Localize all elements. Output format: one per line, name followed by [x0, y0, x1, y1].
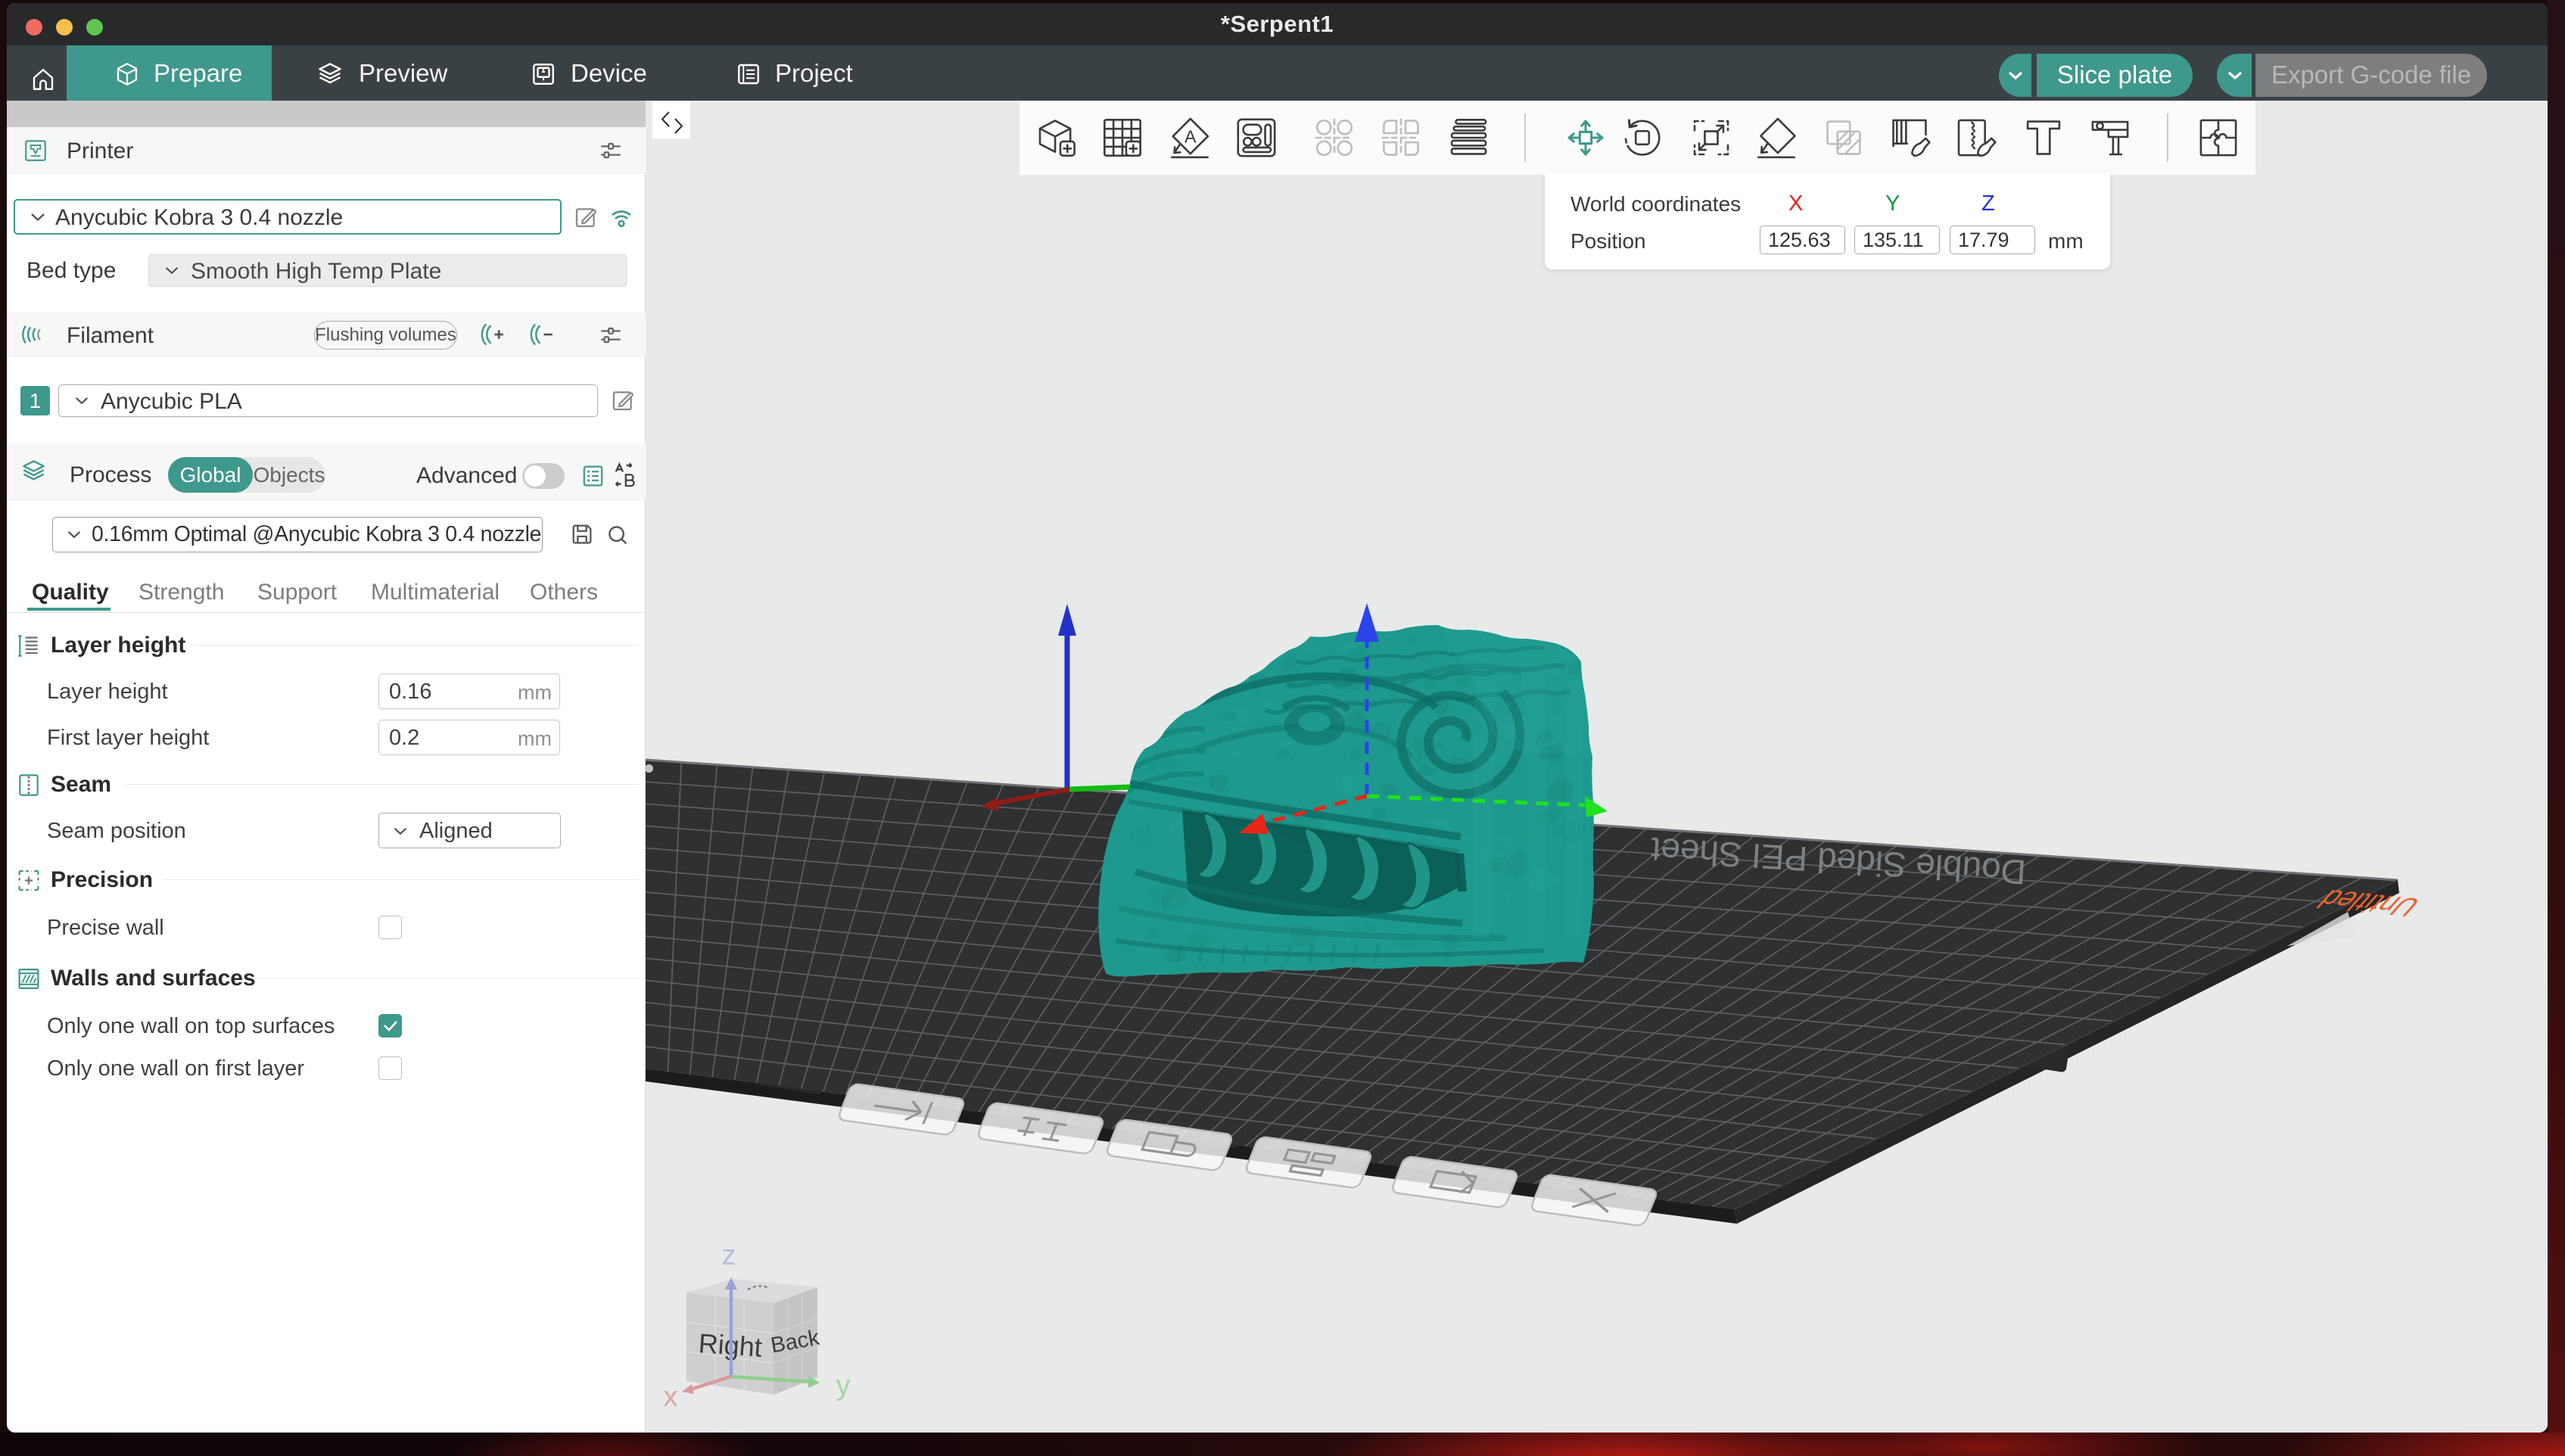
svg-text:z: z — [722, 1240, 736, 1271]
svg-text:y: y — [836, 1370, 851, 1402]
svg-text:x: x — [664, 1381, 678, 1413]
